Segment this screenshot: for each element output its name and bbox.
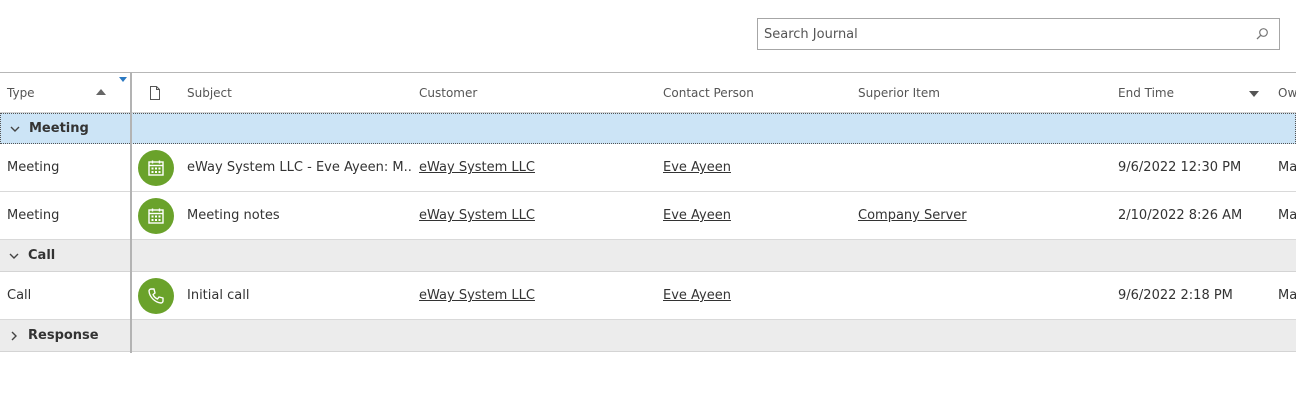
chevron-down-icon[interactable]: [8, 250, 20, 262]
journal-grid: Type Subject Customer Contact Person Sup…: [0, 72, 1296, 353]
group-label: Call: [28, 248, 56, 263]
calendar-icon: [148, 160, 164, 176]
cell-subject: Initial call: [187, 288, 250, 303]
phone-icon: [148, 288, 164, 304]
column-header-contact-person[interactable]: Contact Person: [663, 86, 754, 100]
column-header-end-time[interactable]: End Time: [1118, 86, 1174, 100]
calendar-icon: [148, 208, 164, 224]
search-icon[interactable]: [1255, 27, 1269, 41]
column-divider[interactable]: [130, 72, 132, 353]
chevron-down-icon[interactable]: [9, 123, 21, 135]
group-header-call[interactable]: Call: [0, 240, 1296, 272]
cell-owner: Ma: [1278, 208, 1296, 223]
customer-link[interactable]: eWay System LLC: [419, 288, 535, 303]
contact-person-link[interactable]: Eve Ayeen: [663, 208, 731, 223]
cell-end-time: 2/10/2022 8:26 AM: [1118, 208, 1243, 223]
filter-icon[interactable]: [119, 77, 127, 82]
cell-end-time: 9/6/2022 2:18 PM: [1118, 288, 1233, 303]
table-row[interactable]: Call Initial call eWay System LLC Eve Ay…: [0, 272, 1296, 320]
meeting-type-badge: [138, 198, 174, 234]
document-icon: [150, 86, 160, 100]
table-row[interactable]: Meeting Meeting notes eWay System LLC Ev…: [0, 192, 1296, 240]
group-label: Response: [28, 328, 99, 343]
customer-link[interactable]: eWay System LLC: [419, 160, 535, 175]
column-header-superior-item[interactable]: Superior Item: [858, 86, 940, 100]
column-header-owner[interactable]: Ow: [1278, 86, 1296, 100]
column-menu-dropdown-icon[interactable]: [1249, 91, 1259, 97]
contact-person-link[interactable]: Eve Ayeen: [663, 160, 731, 175]
cell-type: Meeting: [7, 160, 60, 175]
meeting-type-badge: [138, 150, 174, 186]
chevron-right-icon[interactable]: [8, 330, 20, 342]
column-header-customer[interactable]: Customer: [419, 86, 477, 100]
superior-item-link[interactable]: Company Server: [858, 208, 967, 223]
cell-type: Meeting: [7, 208, 60, 223]
cell-end-time: 9/6/2022 12:30 PM: [1118, 160, 1242, 175]
search-box[interactable]: [757, 18, 1280, 50]
call-type-badge: [138, 278, 174, 314]
column-header-type[interactable]: Type: [7, 86, 35, 100]
cell-subject: Meeting notes: [187, 208, 280, 223]
search-input[interactable]: [758, 19, 1248, 49]
cell-owner: Ma: [1278, 160, 1296, 175]
group-label: Meeting: [29, 121, 89, 136]
group-header-meeting[interactable]: Meeting: [0, 113, 1296, 144]
column-header-subject[interactable]: Subject: [187, 86, 232, 100]
grid-header: Type Subject Customer Contact Person Sup…: [0, 72, 1296, 113]
cell-subject: eWay System LLC - Eve Ayeen: M...: [187, 160, 412, 175]
cell-owner: Ma: [1278, 288, 1296, 303]
customer-link[interactable]: eWay System LLC: [419, 208, 535, 223]
group-header-response[interactable]: Response: [0, 320, 1296, 352]
cell-type: Call: [7, 288, 32, 303]
table-row[interactable]: Meeting eWay System LLC - Eve Ayeen: M..…: [0, 144, 1296, 192]
contact-person-link[interactable]: Eve Ayeen: [663, 288, 731, 303]
sort-ascending-icon: [96, 89, 106, 95]
